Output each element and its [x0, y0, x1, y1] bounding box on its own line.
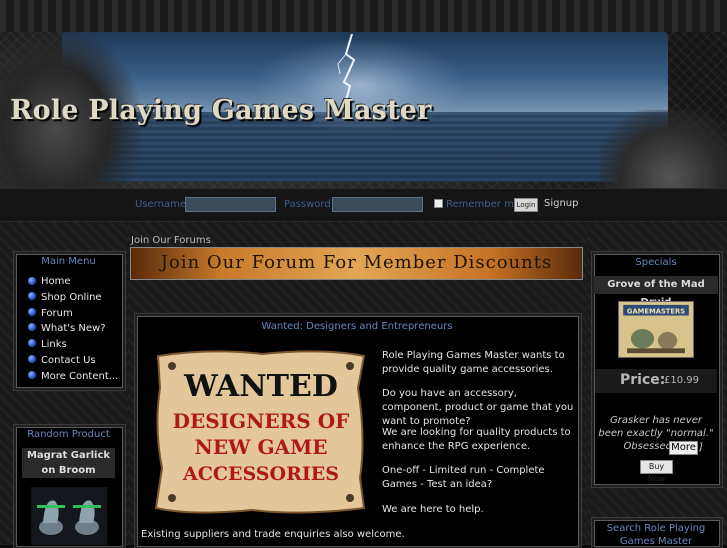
- wanted-heading: WANTED: [183, 369, 338, 404]
- specials-product-name[interactable]: Grove of the Mad Druid: [594, 276, 718, 308]
- article-footer: Existing suppliers and trade enquiries a…: [141, 529, 405, 540]
- main-menu-panel: [16, 254, 123, 388]
- wanted-poster-image: WANTED DESIGNERS OF NEW GAME ACCESSORIES: [154, 350, 366, 514]
- login-button[interactable]: Login: [514, 198, 538, 212]
- main-menu-title: Main Menu: [41, 256, 96, 267]
- price-label: Price:: [620, 372, 666, 388]
- random-product-image[interactable]: [31, 487, 107, 545]
- buy-now-button[interactable]: Buy Now: [640, 460, 673, 483]
- article-paragraph-2: Do you have an accessory, component, pro…: [382, 388, 574, 427]
- more-button[interactable]: More: [669, 441, 698, 455]
- menu-bullet-icon: [28, 355, 36, 363]
- password-input[interactable]: [332, 197, 423, 212]
- wanted-line-3: ACCESSORIES: [182, 463, 339, 485]
- menu-bullet-icon: [28, 339, 36, 347]
- menu-item-links[interactable]: Links: [41, 339, 67, 350]
- menu-bullet-icon: [28, 371, 36, 379]
- menu-item-more-content[interactable]: More Content...: [41, 371, 118, 382]
- specials-image-caption: GAMEMASTERS: [627, 308, 685, 316]
- join-forums-link[interactable]: Join Our Forums: [131, 235, 211, 246]
- article-paragraph-5: We are here to help.: [382, 504, 484, 515]
- header-frame-top: [0, 0, 727, 32]
- menu-bullet-icon: [28, 292, 36, 300]
- menu-bullet-icon: [28, 277, 36, 285]
- specials-title: Specials: [635, 257, 677, 268]
- password-label: Password:: [284, 199, 335, 210]
- site-title: Role Playing Games Master: [10, 95, 432, 126]
- menu-bullet-icon: [28, 308, 36, 316]
- menu-item-whats-new[interactable]: What's New?: [41, 323, 106, 334]
- article-paragraph-1: Role Playing Games Master wants to provi…: [382, 350, 565, 375]
- specials-product-image[interactable]: GAMEMASTERS: [618, 301, 694, 358]
- menu-item-home[interactable]: Home: [41, 276, 71, 287]
- username-input[interactable]: [185, 197, 276, 212]
- username-label: Username:: [135, 199, 190, 210]
- menu-item-forum[interactable]: Forum: [41, 308, 73, 319]
- article-paragraph-4: One-off - Limited run - Complete Games -…: [382, 465, 545, 490]
- wanted-line-2: NEW GAME: [195, 435, 328, 459]
- remember-me-checkbox[interactable]: [434, 199, 443, 208]
- menu-item-shop-online[interactable]: Shop Online: [41, 292, 102, 303]
- random-product-name[interactable]: Magrat Garlick on Broom: [22, 448, 115, 478]
- article-paragraph-3: We are looking for quality products to e…: [382, 427, 571, 452]
- menu-item-contact-us[interactable]: Contact Us: [41, 355, 96, 366]
- search-panel-title: Search Role Playing Games Master: [606, 523, 706, 547]
- price-value: £10.99: [664, 375, 699, 386]
- article-title: Wanted: Designers and Entrepreneurs: [261, 321, 453, 332]
- menu-bullet-icon: [28, 323, 36, 331]
- remember-me-label: Remember me: [446, 199, 520, 210]
- forum-banner[interactable]: Join Our Forum For Member Discounts: [130, 247, 583, 280]
- specials-description-end: ]: [699, 442, 703, 453]
- forum-banner-text: Join Our Forum For Member Discounts: [160, 252, 553, 273]
- signup-link[interactable]: Signup: [544, 198, 579, 209]
- wanted-line-1: DESIGNERS OF: [173, 409, 350, 433]
- random-product-title: Random Product: [27, 429, 110, 440]
